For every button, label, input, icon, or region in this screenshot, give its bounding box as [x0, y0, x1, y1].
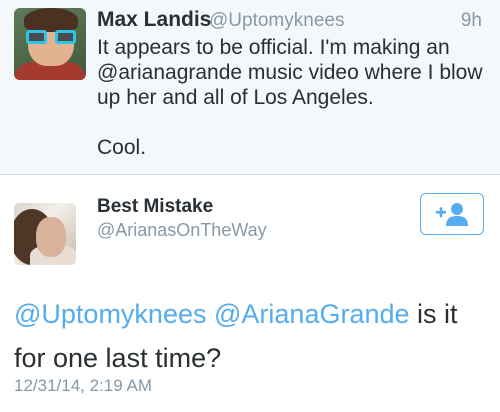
- tweet-text-line: @arianagrande music video where I blow: [97, 61, 483, 84]
- avatar[interactable]: [14, 8, 86, 80]
- add-user-icon: [436, 203, 468, 226]
- tweet-text-line: @Uptomyknees @ArianaGrande is it: [14, 292, 489, 336]
- author-handle[interactable]: @Uptomyknees: [209, 10, 344, 32]
- tweet-text-line: for one last time?: [14, 343, 222, 373]
- follow-button[interactable]: [420, 193, 484, 235]
- avatar[interactable]: [14, 203, 76, 265]
- tweet-text-line: up her and all of Los Angeles.: [97, 86, 374, 109]
- parent-tweet[interactable]: Max Landis @Uptomyknees 9h It appears to…: [0, 0, 500, 175]
- avatar-face: [36, 217, 66, 257]
- tweet-text: It appears to be official. I'm making an…: [97, 35, 492, 160]
- avatar-hair: [24, 8, 78, 32]
- author-name[interactable]: Max Landis: [97, 8, 211, 32]
- tweet-text-fragment: is it: [409, 299, 458, 329]
- mention-link[interactable]: @Uptomyknees: [14, 299, 206, 329]
- tweet-time: 9h: [460, 10, 482, 31]
- tweet-text-closing: Cool.: [97, 136, 147, 159]
- sunglasses-icon: [26, 30, 76, 44]
- author-handle[interactable]: @ArianasOnTheWay: [97, 220, 267, 241]
- tweet-text-line: It appears to be official. I'm making an: [97, 36, 450, 59]
- tweet-timestamp: 12/31/14, 2:19 AM: [14, 376, 152, 395]
- reply-tweet-text: @Uptomyknees @ArianaGrande is it for one…: [14, 292, 489, 380]
- mention-link[interactable]: @ArianaGrande: [214, 299, 410, 329]
- author-name[interactable]: Best Mistake: [97, 196, 213, 218]
